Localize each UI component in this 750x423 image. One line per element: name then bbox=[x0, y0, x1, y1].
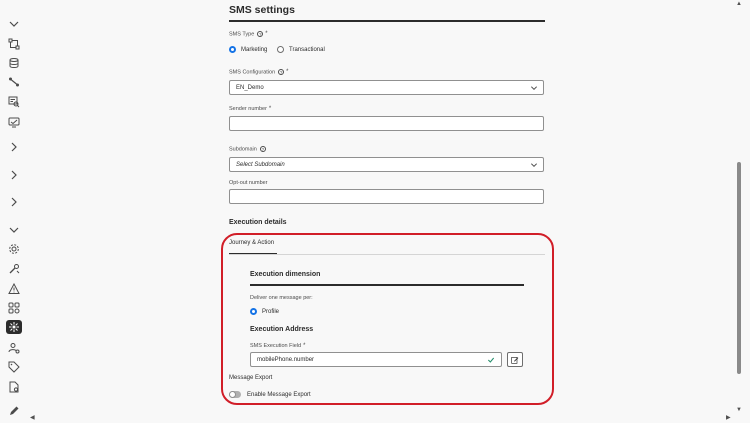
user-settings-icon[interactable] bbox=[4, 340, 24, 356]
sender-number-input[interactable] bbox=[229, 116, 544, 131]
workflow-icon[interactable] bbox=[4, 300, 24, 316]
radio-selected-icon[interactable] bbox=[229, 46, 236, 53]
scroll-left-icon[interactable]: ◀ bbox=[30, 414, 35, 421]
database-icon[interactable] bbox=[4, 55, 24, 71]
sms-configuration-label: SMS Configuration? * bbox=[229, 69, 289, 76]
chevron-right-icon[interactable] bbox=[4, 139, 24, 155]
radio-unselected-icon[interactable] bbox=[277, 46, 284, 53]
help-icon[interactable]: ? bbox=[278, 69, 285, 75]
connection-icon[interactable] bbox=[4, 74, 24, 90]
audience-search-icon[interactable] bbox=[4, 94, 24, 110]
highlight-outline bbox=[221, 233, 554, 405]
chevron-down-icon[interactable] bbox=[4, 16, 24, 32]
alert-icon[interactable] bbox=[4, 281, 24, 297]
edit-pencil-icon[interactable] bbox=[4, 403, 24, 419]
scroll-down-icon[interactable]: ▼ bbox=[736, 407, 742, 413]
opt-out-number-input[interactable] bbox=[229, 189, 544, 204]
left-rail bbox=[0, 0, 28, 423]
campaign-active-icon[interactable] bbox=[6, 320, 22, 334]
subdomain-dropdown[interactable]: Select Subdomain bbox=[229, 157, 544, 172]
tools-icon[interactable] bbox=[4, 261, 24, 277]
journey-icon[interactable] bbox=[4, 36, 24, 52]
chevron-right-icon[interactable] bbox=[4, 194, 24, 210]
vertical-scrollbar[interactable]: ▲ ▼ bbox=[736, 0, 742, 423]
scroll-thumb[interactable] bbox=[737, 162, 741, 374]
execution-details-title: Execution details bbox=[229, 219, 287, 226]
radio-marketing[interactable]: Marketing bbox=[229, 46, 267, 53]
chevron-down-icon[interactable] bbox=[4, 222, 24, 238]
scroll-right-icon[interactable]: ▶ bbox=[726, 414, 731, 421]
subdomain-label: Subdomain? bbox=[229, 146, 266, 153]
opt-out-number-label: Opt-out number bbox=[229, 180, 268, 186]
tag-icon[interactable] bbox=[4, 359, 24, 375]
chevron-right-icon[interactable] bbox=[4, 167, 24, 183]
radio-transactional[interactable]: Transactional bbox=[277, 46, 325, 53]
document-settings-icon[interactable] bbox=[4, 379, 24, 395]
title-divider bbox=[229, 20, 545, 22]
chevron-down-icon bbox=[530, 86, 538, 91]
scroll-up-icon[interactable]: ▲ bbox=[736, 1, 742, 7]
sms-configuration-dropdown[interactable]: EN_Demo bbox=[229, 80, 544, 95]
sender-number-label: Sender number * bbox=[229, 106, 272, 112]
sms-settings-title: SMS settings bbox=[229, 4, 295, 16]
monitor-icon[interactable] bbox=[4, 114, 24, 130]
settings-gear-icon[interactable] bbox=[4, 241, 24, 257]
help-icon[interactable]: ? bbox=[257, 31, 264, 37]
help-icon[interactable]: ? bbox=[259, 146, 266, 152]
sms-type-label: SMS Type? * bbox=[229, 31, 268, 38]
chevron-down-icon bbox=[530, 163, 538, 168]
